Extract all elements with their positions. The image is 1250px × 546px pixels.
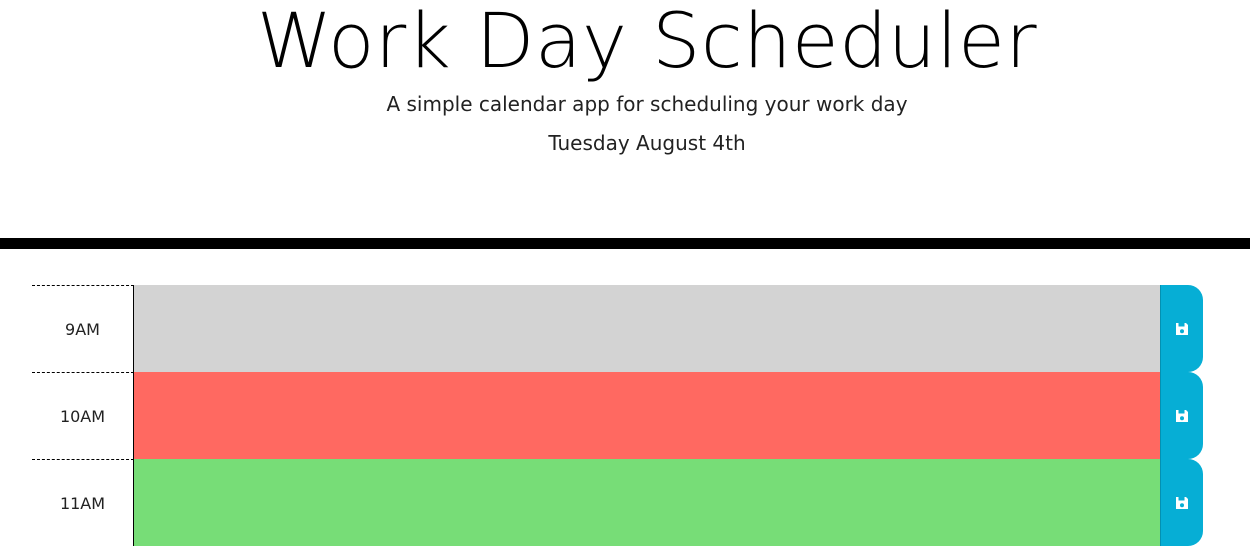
- event-description-input[interactable]: [134, 285, 1160, 372]
- time-block-9am: 9AM: [32, 285, 1203, 372]
- save-button[interactable]: [1160, 285, 1203, 372]
- save-button[interactable]: [1160, 459, 1203, 546]
- event-description-input[interactable]: [134, 459, 1160, 546]
- floppy-disk-icon: [1176, 409, 1188, 422]
- time-block-10am: 10AM: [32, 372, 1203, 459]
- hour-label: 10AM: [32, 372, 134, 459]
- header-divider: [0, 238, 1250, 249]
- event-description-input[interactable]: [134, 372, 1160, 459]
- hour-label: 9AM: [32, 285, 134, 372]
- schedule-container: 9AM 10AM 11AM: [32, 285, 1203, 546]
- jumbotron-header: Work Day Scheduler A simple calendar app…: [0, 0, 1250, 238]
- hour-label: 11AM: [32, 459, 134, 546]
- floppy-disk-icon: [1176, 496, 1188, 509]
- floppy-disk-icon: [1176, 322, 1188, 335]
- current-day: Tuesday August 4th: [548, 131, 746, 155]
- time-block-11am: 11AM: [32, 459, 1203, 546]
- page-title: Work Day Scheduler: [256, 0, 1038, 85]
- save-button[interactable]: [1160, 372, 1203, 459]
- page-subtitle: A simple calendar app for scheduling you…: [386, 92, 908, 116]
